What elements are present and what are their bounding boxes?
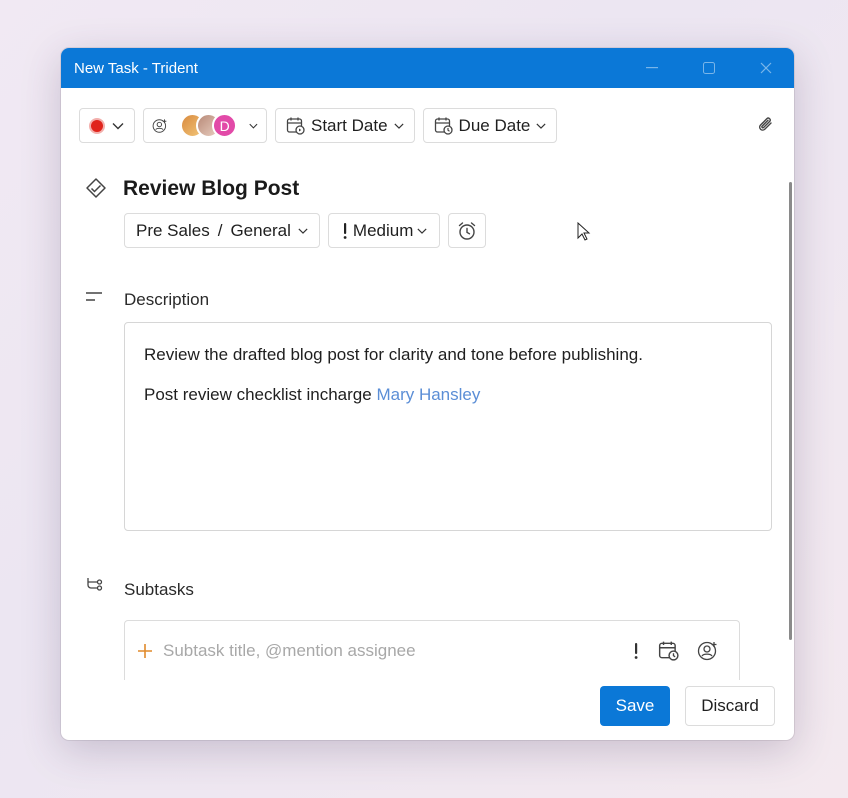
project-selector[interactable]: Pre Sales / General bbox=[124, 213, 320, 248]
task-toolbar: D Start Date Due Date bbox=[79, 108, 776, 143]
calendar-play-icon bbox=[286, 117, 305, 135]
assignee-picker[interactable]: D bbox=[143, 108, 267, 143]
chevron-down-icon bbox=[298, 228, 308, 234]
due-date-button[interactable]: Due Date bbox=[422, 108, 558, 143]
window-title: New Task - Trident bbox=[74, 59, 198, 77]
bucket-name: General bbox=[230, 220, 291, 240]
priority-dropdown[interactable]: Medium bbox=[327, 213, 441, 248]
chevron-down-icon bbox=[112, 122, 124, 129]
path-separator: / bbox=[217, 220, 223, 240]
description-label: Description bbox=[124, 290, 210, 309]
calendar-clock-icon bbox=[434, 117, 453, 135]
exclamation-icon bbox=[343, 222, 347, 239]
chevron-down-icon bbox=[249, 123, 258, 129]
description-line: Post review checklist incharge Mary Hans… bbox=[144, 383, 752, 406]
description-icon bbox=[85, 291, 103, 309]
alarm-clock-icon bbox=[459, 221, 476, 240]
mouse-cursor-icon bbox=[577, 222, 591, 241]
chevron-down-icon bbox=[536, 123, 546, 129]
status-circle-icon bbox=[89, 117, 105, 134]
add-person-icon bbox=[152, 118, 167, 133]
window-controls bbox=[623, 48, 794, 88]
maximize-icon bbox=[702, 62, 715, 74]
save-button[interactable]: Save bbox=[600, 686, 670, 726]
project-name: Pre Sales bbox=[136, 220, 210, 240]
description-editor[interactable]: Review the drafted blog post for clarity… bbox=[124, 322, 772, 531]
plus-icon bbox=[138, 643, 152, 658]
avatar-initial: D bbox=[212, 113, 238, 138]
start-date-button[interactable]: Start Date bbox=[275, 108, 415, 143]
title-bar: New Task - Trident bbox=[61, 48, 794, 88]
subtask-input-row: Subtask title, @mention assignee bbox=[124, 620, 740, 680]
status-dropdown[interactable] bbox=[79, 108, 135, 143]
assign-person-icon[interactable] bbox=[697, 640, 719, 662]
subtasks-label: Subtasks bbox=[124, 580, 194, 599]
scrollbar[interactable] bbox=[789, 182, 792, 640]
minimize-button[interactable] bbox=[623, 48, 680, 88]
due-date-icon[interactable] bbox=[658, 640, 679, 661]
priority-icon[interactable] bbox=[632, 642, 640, 660]
priority-label: Medium bbox=[352, 220, 414, 240]
chevron-down-icon bbox=[417, 228, 427, 234]
description-line: Review the drafted blog post for clarity… bbox=[144, 345, 643, 364]
subtasks-icon bbox=[85, 576, 105, 601]
close-button[interactable] bbox=[737, 48, 794, 88]
description-text: Post review checklist incharge bbox=[144, 385, 372, 404]
chevron-down-icon bbox=[393, 123, 404, 129]
task-tag-icon bbox=[86, 178, 106, 198]
minimize-icon bbox=[645, 67, 658, 69]
paperclip-icon bbox=[759, 117, 772, 131]
task-meta-row: Pre Sales / General Medium bbox=[124, 213, 487, 248]
task-title[interactable]: Review Blog Post bbox=[123, 177, 299, 201]
discard-button[interactable]: Discard bbox=[685, 686, 775, 726]
task-title-row: Review Blog Post bbox=[83, 176, 299, 202]
attach-button[interactable] bbox=[756, 114, 776, 141]
subtask-input[interactable]: Subtask title, @mention assignee bbox=[163, 641, 622, 661]
assignee-avatars: D bbox=[180, 113, 238, 138]
maximize-button[interactable] bbox=[680, 48, 737, 88]
start-date-label: Start Date bbox=[311, 115, 388, 135]
mention-link[interactable]: Mary Hansley bbox=[376, 385, 480, 404]
due-date-label: Due Date bbox=[458, 115, 531, 135]
reminder-button[interactable] bbox=[448, 213, 487, 248]
close-icon bbox=[760, 62, 771, 74]
subtask-actions bbox=[632, 640, 739, 662]
new-task-window: New Task - Trident D Start Date Due Date… bbox=[61, 48, 794, 740]
